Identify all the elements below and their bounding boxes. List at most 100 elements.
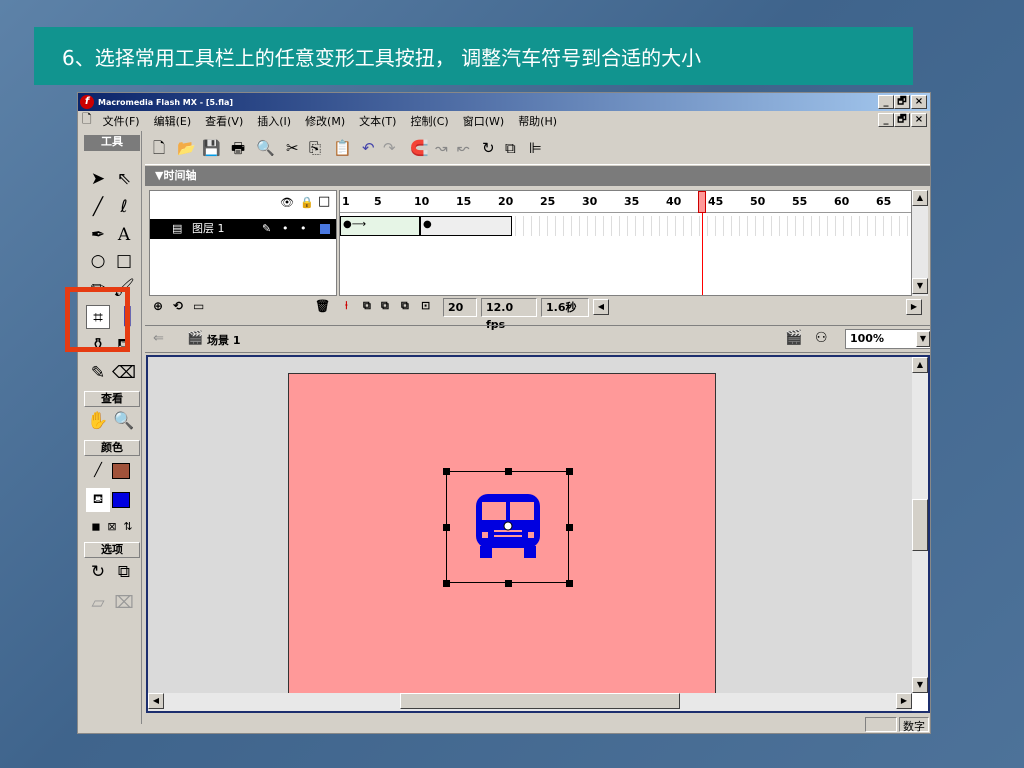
scroll-up-button[interactable]: ▲ — [912, 357, 928, 373]
hand-tool-icon[interactable]: ✋ — [86, 409, 110, 433]
stage[interactable] — [288, 373, 716, 695]
scale-icon[interactable]: ⧉ — [505, 139, 516, 157]
bus-symbol-icon[interactable] — [474, 492, 542, 560]
menu-view[interactable]: 查看(V) — [198, 113, 250, 129]
lock-icon[interactable]: 🔒 — [300, 196, 314, 209]
menu-window[interactable]: 窗口(W) — [456, 113, 511, 129]
eraser-tool-icon[interactable]: ⌫ — [112, 361, 136, 385]
add-layer-icon[interactable]: ⊕ — [153, 299, 163, 313]
scroll-up-button[interactable]: ▲ — [912, 190, 928, 206]
subselect-tool-icon[interactable]: ⇖ — [112, 167, 136, 191]
distort-option-icon[interactable]: ▱ — [86, 591, 110, 615]
eyedropper-tool-icon[interactable]: ✎ — [86, 361, 110, 385]
stroke-color-swatch[interactable] — [112, 463, 130, 479]
trash-icon[interactable]: 🗑 — [315, 299, 330, 313]
edit-multiple-icon[interactable]: ⧉ — [401, 299, 409, 313]
scroll-down-button[interactable]: ▼ — [912, 278, 928, 294]
minimize-button[interactable]: _ — [878, 95, 894, 109]
add-guide-layer-icon[interactable]: ⟲ — [173, 299, 183, 313]
stroke-color-icon[interactable]: ╱ — [86, 459, 110, 483]
copy-icon[interactable]: ⎘ — [309, 139, 321, 157]
close-button[interactable]: × — [911, 95, 927, 109]
frame-span[interactable]: ● — [420, 216, 512, 236]
transform-handle[interactable] — [505, 580, 512, 587]
modify-markers-icon[interactable]: ⊡ — [421, 299, 430, 312]
scene-name[interactable]: 场景 1 — [207, 332, 240, 348]
scroll-right-button[interactable]: ▶ — [906, 299, 922, 315]
hscroll-thumb[interactable] — [400, 693, 680, 709]
timeline-vscroll[interactable]: ▲ ▼ — [912, 190, 928, 296]
envelope-option-icon[interactable]: ⌧ — [112, 591, 136, 615]
vscroll-thumb[interactable] — [912, 499, 928, 551]
paste-icon[interactable]: 📋 — [333, 139, 352, 157]
print-icon[interactable]: 🖶 — [231, 139, 245, 157]
transform-bounding-box[interactable] — [443, 468, 573, 587]
menu-modify[interactable]: 修改(M) — [298, 113, 352, 129]
edit-scene-icon[interactable]: 🎬 — [785, 330, 802, 346]
fill-color-icon[interactable]: ⛾ — [86, 488, 110, 512]
menu-control[interactable]: 控制(C) — [403, 113, 455, 129]
edit-symbol-icon[interactable]: ⚇ — [815, 330, 828, 346]
transform-handle[interactable] — [566, 468, 573, 475]
smooth-icon[interactable]: ↝ — [435, 139, 448, 157]
zoom-tool-icon[interactable]: 🔍 — [112, 409, 136, 433]
redo-icon[interactable]: ↷ — [383, 139, 396, 157]
keyframe-dot[interactable]: ● — [423, 219, 432, 230]
align-icon[interactable]: ⊫ — [529, 139, 542, 157]
center-frame-icon[interactable]: ⍿ — [345, 299, 348, 313]
rotate-icon[interactable]: ↻ — [482, 139, 495, 157]
layer-color-swatch[interactable] — [320, 224, 330, 234]
menu-text[interactable]: 文本(T) — [352, 113, 403, 129]
rectangle-tool-icon[interactable]: □ — [112, 249, 136, 273]
lasso-tool-icon[interactable]: ℓ — [112, 195, 136, 219]
motion-tween-span[interactable]: ●⟶ — [340, 216, 420, 236]
onion-outline-icon[interactable]: ⧉ — [381, 299, 389, 313]
transform-handle[interactable] — [566, 580, 573, 587]
transform-handle[interactable] — [443, 524, 450, 531]
text-tool-icon[interactable]: A — [112, 223, 136, 247]
new-file-icon[interactable]: 🗋 — [153, 139, 165, 157]
save-icon[interactable]: 💾 — [202, 139, 221, 157]
pen-tool-icon[interactable]: ✒ — [86, 223, 110, 247]
layer-row[interactable]: ▤ 图层 1 ✎ • • — [150, 219, 336, 239]
arrow-tool-icon[interactable]: ➤ — [86, 167, 110, 191]
onion-skin-icon[interactable]: ⧉ — [363, 299, 371, 313]
fill-color-swatch[interactable] — [112, 492, 130, 508]
add-folder-icon[interactable]: ▭ — [193, 299, 204, 313]
oval-tool-icon[interactable]: ○ — [86, 249, 110, 273]
doc-maximize-button[interactable]: 🗗 — [894, 113, 910, 127]
doc-minimize-button[interactable]: _ — [878, 113, 894, 127]
scroll-left-button[interactable]: ◀ — [148, 693, 164, 709]
scroll-right-button[interactable]: ▶ — [896, 693, 912, 709]
eye-icon[interactable]: 👁 — [280, 196, 294, 209]
visible-dot-icon[interactable]: • — [282, 219, 289, 239]
swap-colors-icon[interactable]: ⇅ — [116, 515, 140, 539]
stage-hscroll[interactable]: ◀ ▶ — [148, 693, 912, 711]
maximize-button[interactable]: 🗗 — [894, 95, 910, 109]
undo-icon[interactable]: ↶ — [362, 139, 375, 157]
scroll-down-button[interactable]: ▼ — [912, 677, 928, 693]
cut-icon[interactable]: ✂ — [286, 139, 299, 157]
keyframe-dot[interactable]: ●⟶ — [343, 219, 366, 230]
back-arrow-icon[interactable]: ⇐ — [153, 331, 164, 346]
scale-option-icon[interactable]: ⧉ — [112, 560, 136, 584]
line-tool-icon[interactable]: ╱ — [86, 195, 110, 219]
snap-magnet-icon[interactable]: 🧲 — [410, 139, 429, 157]
lock-dot-icon[interactable]: • — [300, 219, 307, 239]
transform-handle[interactable] — [443, 468, 450, 475]
workspace[interactable] — [148, 357, 912, 695]
stage-vscroll[interactable]: ▲ ▼ — [912, 357, 928, 693]
transform-handle[interactable] — [566, 524, 573, 531]
timeline-header[interactable]: ▼时间轴 — [145, 166, 930, 186]
zoom-select[interactable]: 100% ▼ — [845, 329, 930, 349]
menu-edit[interactable]: 编辑(E) — [147, 113, 199, 129]
menu-insert[interactable]: 插入(I) — [250, 113, 298, 129]
transform-handle[interactable] — [505, 468, 512, 475]
playhead[interactable] — [698, 191, 706, 295]
frames-grid[interactable]: 1 5 10 15 20 25 30 35 40 45 50 55 60 65 … — [339, 190, 912, 296]
menu-file[interactable]: 文件(F) — [96, 113, 147, 129]
doc-close-button[interactable]: × — [911, 113, 927, 127]
outline-icon[interactable]: □ — [318, 194, 330, 209]
menu-help[interactable]: 帮助(H) — [511, 113, 564, 129]
open-folder-icon[interactable]: 📂 — [177, 139, 196, 157]
